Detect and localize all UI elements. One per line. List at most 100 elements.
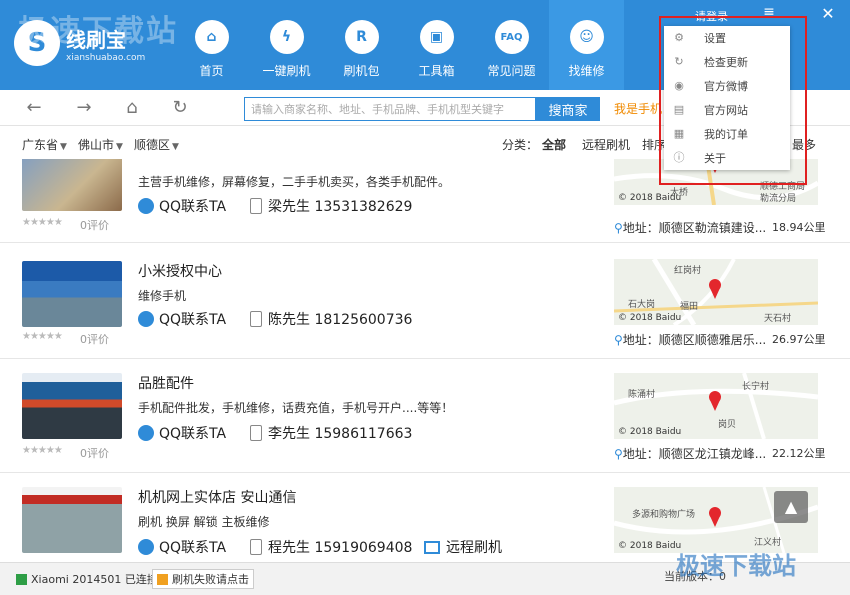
phone-icon	[250, 539, 262, 555]
refresh-icon[interactable]: ↻	[168, 96, 192, 120]
shop-name[interactable]: 机机网上实体店 安山通信	[138, 487, 296, 507]
category-remote[interactable]: 远程刷机	[582, 136, 630, 153]
category-all[interactable]: 全部	[542, 136, 566, 153]
close-icon[interactable]: ✕	[818, 4, 838, 24]
qq-contact-button[interactable]: QQ联系TA	[138, 537, 226, 557]
contact-text: 程先生 15919069408	[268, 540, 413, 556]
nav-label: 找维修	[568, 64, 605, 78]
highlight-box	[659, 16, 807, 185]
phone-icon	[250, 425, 262, 441]
map-copyright: © 2018 Baidu	[618, 541, 682, 551]
faq-icon: FAQ	[494, 20, 529, 54]
rating-stars: ★★★★★	[22, 445, 63, 456]
device-status-text: Xiaomi 2014501 已连接	[31, 573, 158, 586]
shop-address: ⚲地址：顺德区龙江镇龙峰...	[614, 445, 766, 462]
city-select[interactable]: 佛山市 ▼	[78, 136, 123, 153]
shop-description: 维修手机	[138, 289, 187, 303]
qq-label: QQ联系TA	[159, 199, 227, 215]
map-label: 石大岗	[628, 300, 656, 310]
qq-label: QQ联系TA	[159, 312, 227, 328]
review-count: 0评价	[80, 219, 109, 232]
monitor-icon	[424, 540, 440, 554]
search-input[interactable]	[244, 97, 536, 121]
logo-url: xianshuabao.com	[66, 52, 146, 63]
remote-flash-button[interactable]: 远程刷机	[424, 537, 502, 557]
remote-label: 远程刷机	[446, 540, 502, 556]
app-window: S 线刷宝 xianshuabao.com 极速下载站 ⌂ 首页 ϟ 一键刷机 …	[0, 0, 850, 595]
location-pin-icon: ⚲	[614, 333, 623, 347]
back-arrow-icon[interactable]: ←	[22, 96, 46, 120]
nav-repair[interactable]: ☺ 找维修	[549, 0, 624, 90]
shop-contact: 梁先生 13531382629	[250, 196, 412, 216]
rating-stars: ★★★★★	[22, 331, 63, 342]
address-text: 地址：顺德区勒流镇建设...	[622, 221, 767, 235]
shop-list: 主营手机维修，屏幕修复，二手手机卖买，各类手机配件。 QQ联系TA 梁先生 13…	[0, 159, 850, 562]
main-nav: ⌂ 首页 ϟ 一键刷机 R 刷机包 ▣ 工具箱 FAQ 常见问题 ☺ 找维修	[174, 0, 624, 90]
repair-icon: ☺	[569, 20, 604, 54]
search-button[interactable]: 搜商家	[536, 97, 600, 121]
city-label: 佛山市	[78, 138, 115, 152]
province-select[interactable]: 广东省 ▼	[22, 136, 67, 153]
check-icon	[16, 573, 27, 585]
nav-faq[interactable]: FAQ 常见问题	[474, 0, 549, 90]
scroll-to-top-button[interactable]: ▲	[774, 491, 808, 523]
shop-photo	[22, 261, 122, 327]
shop-description: 刷机 换屏 解锁 主板维修	[138, 515, 270, 529]
shop-contact: 程先生 15919069408	[250, 537, 412, 557]
shop-contact: 李先生 15986117663	[250, 423, 412, 443]
contact-text: 李先生 15986117663	[268, 426, 413, 442]
contact-text: 陈先生 18125600736	[268, 312, 413, 328]
nav-label: 刷机包	[343, 64, 380, 78]
phone-icon	[250, 198, 262, 214]
qq-contact-button[interactable]: QQ联系TA	[138, 196, 226, 216]
map-copyright: © 2018 Baidu	[618, 193, 682, 203]
qq-icon	[138, 539, 154, 555]
location-pin-icon: ⚲	[614, 447, 623, 461]
address-text: 地址：顺德区顺德雅居乐...	[622, 333, 767, 347]
warning-icon	[157, 573, 168, 585]
nav-home[interactable]: ⌂ 首页	[174, 0, 249, 90]
shop-photo	[22, 373, 122, 439]
chevron-down-icon: ▼	[116, 142, 123, 152]
category-label: 分类：	[502, 138, 539, 152]
home-icon: ⌂	[194, 20, 229, 54]
nav-toolbox[interactable]: ▣ 工具箱	[399, 0, 474, 90]
home-button-icon[interactable]: ⌂	[120, 96, 144, 120]
nav-label: 常见问题	[487, 64, 536, 78]
map-copyright: © 2018 Baidu	[618, 427, 682, 437]
forward-arrow-icon[interactable]: →	[72, 96, 96, 120]
shop-row[interactable]: 品胜配件 手机配件批发，手机维修，话费充值，手机号开户....等等！ QQ联系T…	[0, 359, 850, 473]
shop-map[interactable]: 红岗村 石大岗 福田 天石村 © 2018 Baidu	[614, 259, 818, 325]
district-select[interactable]: 顺德区 ▼	[134, 136, 179, 153]
nav-flash[interactable]: ϟ 一键刷机	[249, 0, 324, 90]
shop-address: ⚲地址：顺德区顺德雅居乐...	[614, 331, 766, 348]
location-pin-icon: ⚲	[614, 221, 623, 235]
shop-map[interactable]: 长宁村 陈涌村 岗贝 © 2018 Baidu	[614, 373, 818, 439]
flash-fail-button[interactable]: 刷机失败请点击	[152, 569, 254, 589]
package-icon: R	[344, 20, 379, 54]
phone-icon	[250, 311, 262, 327]
review-count: 0评价	[80, 447, 109, 460]
chevron-down-icon: ▼	[172, 142, 179, 152]
chevron-down-icon: ▼	[60, 142, 67, 152]
nav-label: 首页	[199, 64, 224, 78]
map-label: 多源和购物广场	[632, 510, 696, 520]
nav-label: 一键刷机	[262, 64, 311, 78]
shop-name[interactable]: 品胜配件	[138, 373, 194, 393]
map-label: 天石村	[764, 314, 792, 324]
map-label: 红岗村	[674, 266, 702, 276]
district-label: 顺德区	[134, 138, 171, 152]
flash-fail-text: 刷机失败请点击	[172, 573, 249, 586]
address-text: 地址：顺德区龙江镇龙峰...	[622, 447, 767, 461]
shop-photo	[22, 487, 122, 553]
qq-contact-button[interactable]: QQ联系TA	[138, 423, 226, 443]
nav-rom[interactable]: R 刷机包	[324, 0, 399, 90]
qq-contact-button[interactable]: QQ联系TA	[138, 309, 226, 329]
shop-row[interactable]: 小米授权中心 维修手机 QQ联系TA 陈先生 18125600736 ★★★★★…	[0, 245, 850, 359]
map-label: 福田	[680, 302, 699, 312]
seller-link[interactable]: 我是手机	[614, 100, 662, 117]
province-label: 广东省	[22, 138, 59, 152]
map-label: 勒流分局	[760, 194, 797, 204]
qq-label: QQ联系TA	[159, 540, 227, 556]
shop-name[interactable]: 小米授权中心	[138, 261, 222, 281]
